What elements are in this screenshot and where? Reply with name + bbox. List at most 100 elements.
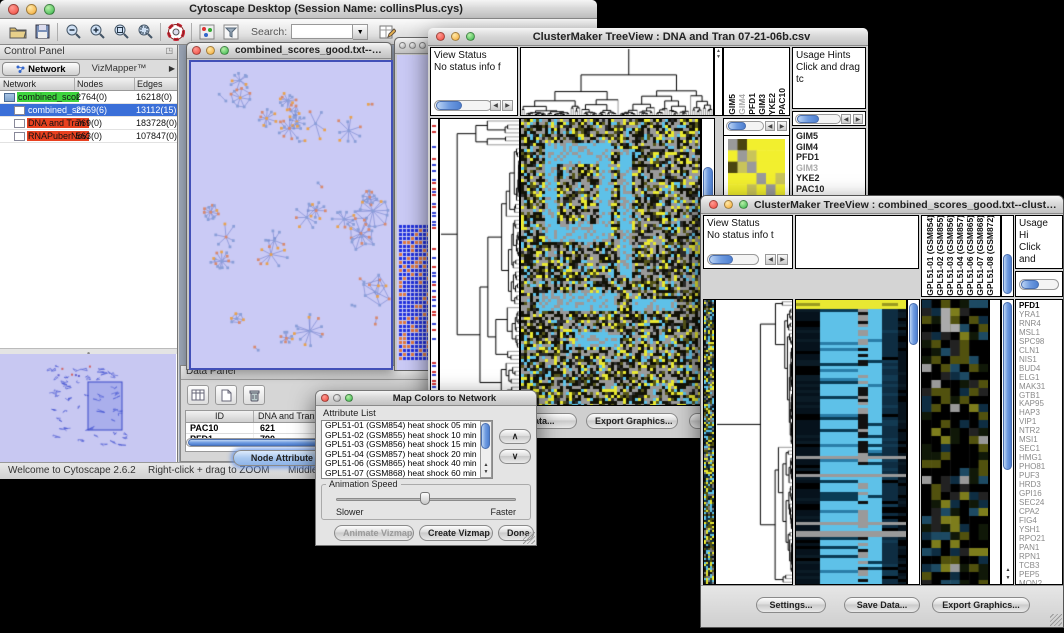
network-view-title-bar[interactable]: combined_scores_good.txt--cluste... xyxy=(187,43,391,59)
scroll-left-icon[interactable]: ◀ xyxy=(765,254,776,265)
network-row[interactable]: combined_sco 2569(6) 13112(15) xyxy=(0,104,177,117)
minimize-button[interactable] xyxy=(451,32,460,41)
tv1-export-graphics-button[interactable]: Export Graphics... xyxy=(586,413,678,429)
scroll-up-icon[interactable]: ▲ xyxy=(1003,566,1013,574)
tv1-gene-item[interactable]: GIM3 xyxy=(796,163,865,174)
tv2-column-label[interactable]: GPL51-02 (GSM855) xyxy=(935,215,945,296)
attribute-list-vscroll-thumb[interactable] xyxy=(481,423,490,449)
minimize-button[interactable] xyxy=(206,46,215,55)
zoom-button[interactable] xyxy=(220,46,229,55)
minimize-button[interactable] xyxy=(333,394,341,402)
tv2-export-graphics-button[interactable]: Export Graphics... xyxy=(932,597,1030,613)
tv2-save-data-button[interactable]: Save Data... xyxy=(844,597,920,613)
tv2-status-hscroll-thumb[interactable] xyxy=(709,255,733,264)
tv1-column-label[interactable]: GIM3 xyxy=(757,94,767,115)
new-attribute-icon[interactable] xyxy=(215,385,237,405)
tv2-column-label[interactable]: GPL51-03 (GSM856) xyxy=(945,215,955,296)
float-panel-icon[interactable]: ◳ xyxy=(165,46,173,55)
zoom-out-icon[interactable] xyxy=(61,21,85,43)
tv2-column-label[interactable]: GPL51-08 (GSM872) xyxy=(985,215,995,296)
attr-col-id[interactable]: ID xyxy=(186,411,254,422)
search-input[interactable] xyxy=(291,24,353,39)
tv2-settings-button[interactable]: Settings... xyxy=(756,597,826,613)
tv1-status-hscrollbar[interactable] xyxy=(434,100,492,111)
move-up-button[interactable]: ∧ xyxy=(499,429,531,444)
tv2-row-dendrogram[interactable] xyxy=(715,299,793,585)
zoom-in-icon[interactable] xyxy=(85,21,109,43)
zoom-selected-icon[interactable] xyxy=(109,21,133,43)
tv2-heatmap[interactable] xyxy=(795,299,907,585)
attribute-list-item[interactable]: GPL51-07 (GSM868) heat shock 60 min xyxy=(325,469,492,479)
col-nodes[interactable]: Nodes xyxy=(75,78,135,90)
network-view-2-title-bar[interactable] xyxy=(395,38,429,54)
tv1-column-dendrogram[interactable] xyxy=(520,47,714,116)
tv2-hints-hscrollbar[interactable] xyxy=(1019,279,1059,290)
delete-attribute-icon[interactable] xyxy=(243,385,265,405)
tv2-gene-vscroll-thumb[interactable] xyxy=(1003,302,1012,470)
tv2-status-hscrollbar[interactable] xyxy=(707,254,759,265)
tab-overflow-icon[interactable]: ▶ xyxy=(169,64,175,73)
tv2-column-label[interactable]: GPL51-01 (GSM854) xyxy=(925,215,935,296)
minimize-button[interactable] xyxy=(409,42,416,49)
close-button[interactable] xyxy=(436,32,445,41)
scroll-left-icon[interactable]: ◀ xyxy=(765,121,775,131)
network-row[interactable]: combined_scores 2764(0) 16218(0) xyxy=(0,91,177,104)
tv2-labels-vscroll-thumb[interactable] xyxy=(1003,254,1012,294)
tv1-status-hscroll-thumb[interactable] xyxy=(436,101,462,110)
tv1-column-label[interactable]: PAC10 xyxy=(777,88,787,115)
zoom-button[interactable] xyxy=(345,394,353,402)
tv1-gene-item[interactable]: GIM5 xyxy=(796,131,865,142)
scroll-right-icon[interactable]: ▶ xyxy=(777,254,788,265)
tv1-column-label[interactable]: YKE2 xyxy=(767,93,777,115)
tv2-column-label[interactable]: GPL51-07 (GSM868) xyxy=(975,215,985,296)
save-icon[interactable] xyxy=(30,21,54,43)
resize-grip-icon[interactable] xyxy=(523,532,535,544)
scroll-right-icon[interactable]: ▶ xyxy=(777,121,787,131)
tv2-gene-vscrollbar[interactable]: ▲ ▼ xyxy=(1001,299,1014,585)
tab-network[interactable]: Network xyxy=(2,62,80,76)
tv2-column-label[interactable]: GPL51-04 (GSM857) xyxy=(955,215,965,296)
col-edges[interactable]: Edges xyxy=(135,78,177,90)
help-lifering-icon[interactable] xyxy=(164,21,188,43)
tv1-gene-item[interactable]: PAC10 xyxy=(796,184,865,195)
tv1-matrix-hscrollbar[interactable] xyxy=(726,121,764,131)
tv1-selection-strip[interactable] xyxy=(430,118,439,406)
scroll-up-icon[interactable]: ▲ xyxy=(481,462,491,469)
tv2-hints-hscroll-thumb[interactable] xyxy=(1021,280,1039,289)
scroll-down-icon[interactable]: ▼ xyxy=(1003,574,1013,582)
move-down-button[interactable]: ∨ xyxy=(499,449,531,464)
main-title-bar[interactable]: Cytoscape Desktop (Session Name: collins… xyxy=(0,0,597,19)
network-canvas-2[interactable] xyxy=(397,55,429,370)
tv1-gene-item[interactable]: PFD1 xyxy=(796,152,865,163)
tv1-hints-hscrollbar[interactable] xyxy=(795,114,841,124)
tv2-column-label[interactable]: GPL51-06 (GSM865) xyxy=(965,215,975,296)
treeview1-title-bar[interactable]: ClusterMaker TreeView : DNA and Tran 07-… xyxy=(428,28,868,46)
zoom-button[interactable] xyxy=(419,42,426,49)
network-canvas[interactable] xyxy=(189,60,393,370)
slider-thumb[interactable] xyxy=(420,492,430,505)
resize-grip-icon[interactable] xyxy=(1050,614,1062,626)
tv2-labels-vscrollbar[interactable] xyxy=(1001,215,1014,297)
close-button[interactable] xyxy=(321,394,329,402)
tv1-gene-item[interactable]: GIM4 xyxy=(796,142,865,153)
col-network[interactable]: Network xyxy=(0,78,75,90)
select-attributes-icon[interactable] xyxy=(187,385,209,405)
tv1-column-label[interactable]: GIM5 xyxy=(727,94,737,115)
tv1-heatmap[interactable] xyxy=(520,118,701,406)
create-vizmap-button[interactable]: Create Vizmap xyxy=(419,525,493,541)
minimize-button[interactable] xyxy=(724,200,733,209)
tv1-matrix-hscroll-thumb[interactable] xyxy=(728,122,746,130)
close-button[interactable] xyxy=(399,42,406,49)
vizmapper-shortcut-icon[interactable] xyxy=(195,21,219,43)
tv1-row-dendrogram[interactable] xyxy=(439,118,520,406)
tv2-heatmap-vscroll-thumb[interactable] xyxy=(909,303,918,345)
close-button[interactable] xyxy=(8,4,19,15)
treeview2-title-bar[interactable]: ClusterMaker TreeView : combined_scores_… xyxy=(701,196,1063,214)
zoom-button[interactable] xyxy=(466,32,475,41)
tv1-hints-hscroll-thumb[interactable] xyxy=(797,115,819,123)
tv1-mini-scroll-strip[interactable]: ▲▼ xyxy=(714,47,723,116)
open-file-icon[interactable] xyxy=(6,21,30,43)
attribute-listbox[interactable]: GPL51-01 (GSM854) heat shock 05 minGPL51… xyxy=(321,420,493,479)
search-dropdown-arrow-icon[interactable]: ▼ xyxy=(353,24,368,40)
network-row[interactable]: DNA and Tran 07 769(0) 183728(0) xyxy=(0,117,177,130)
